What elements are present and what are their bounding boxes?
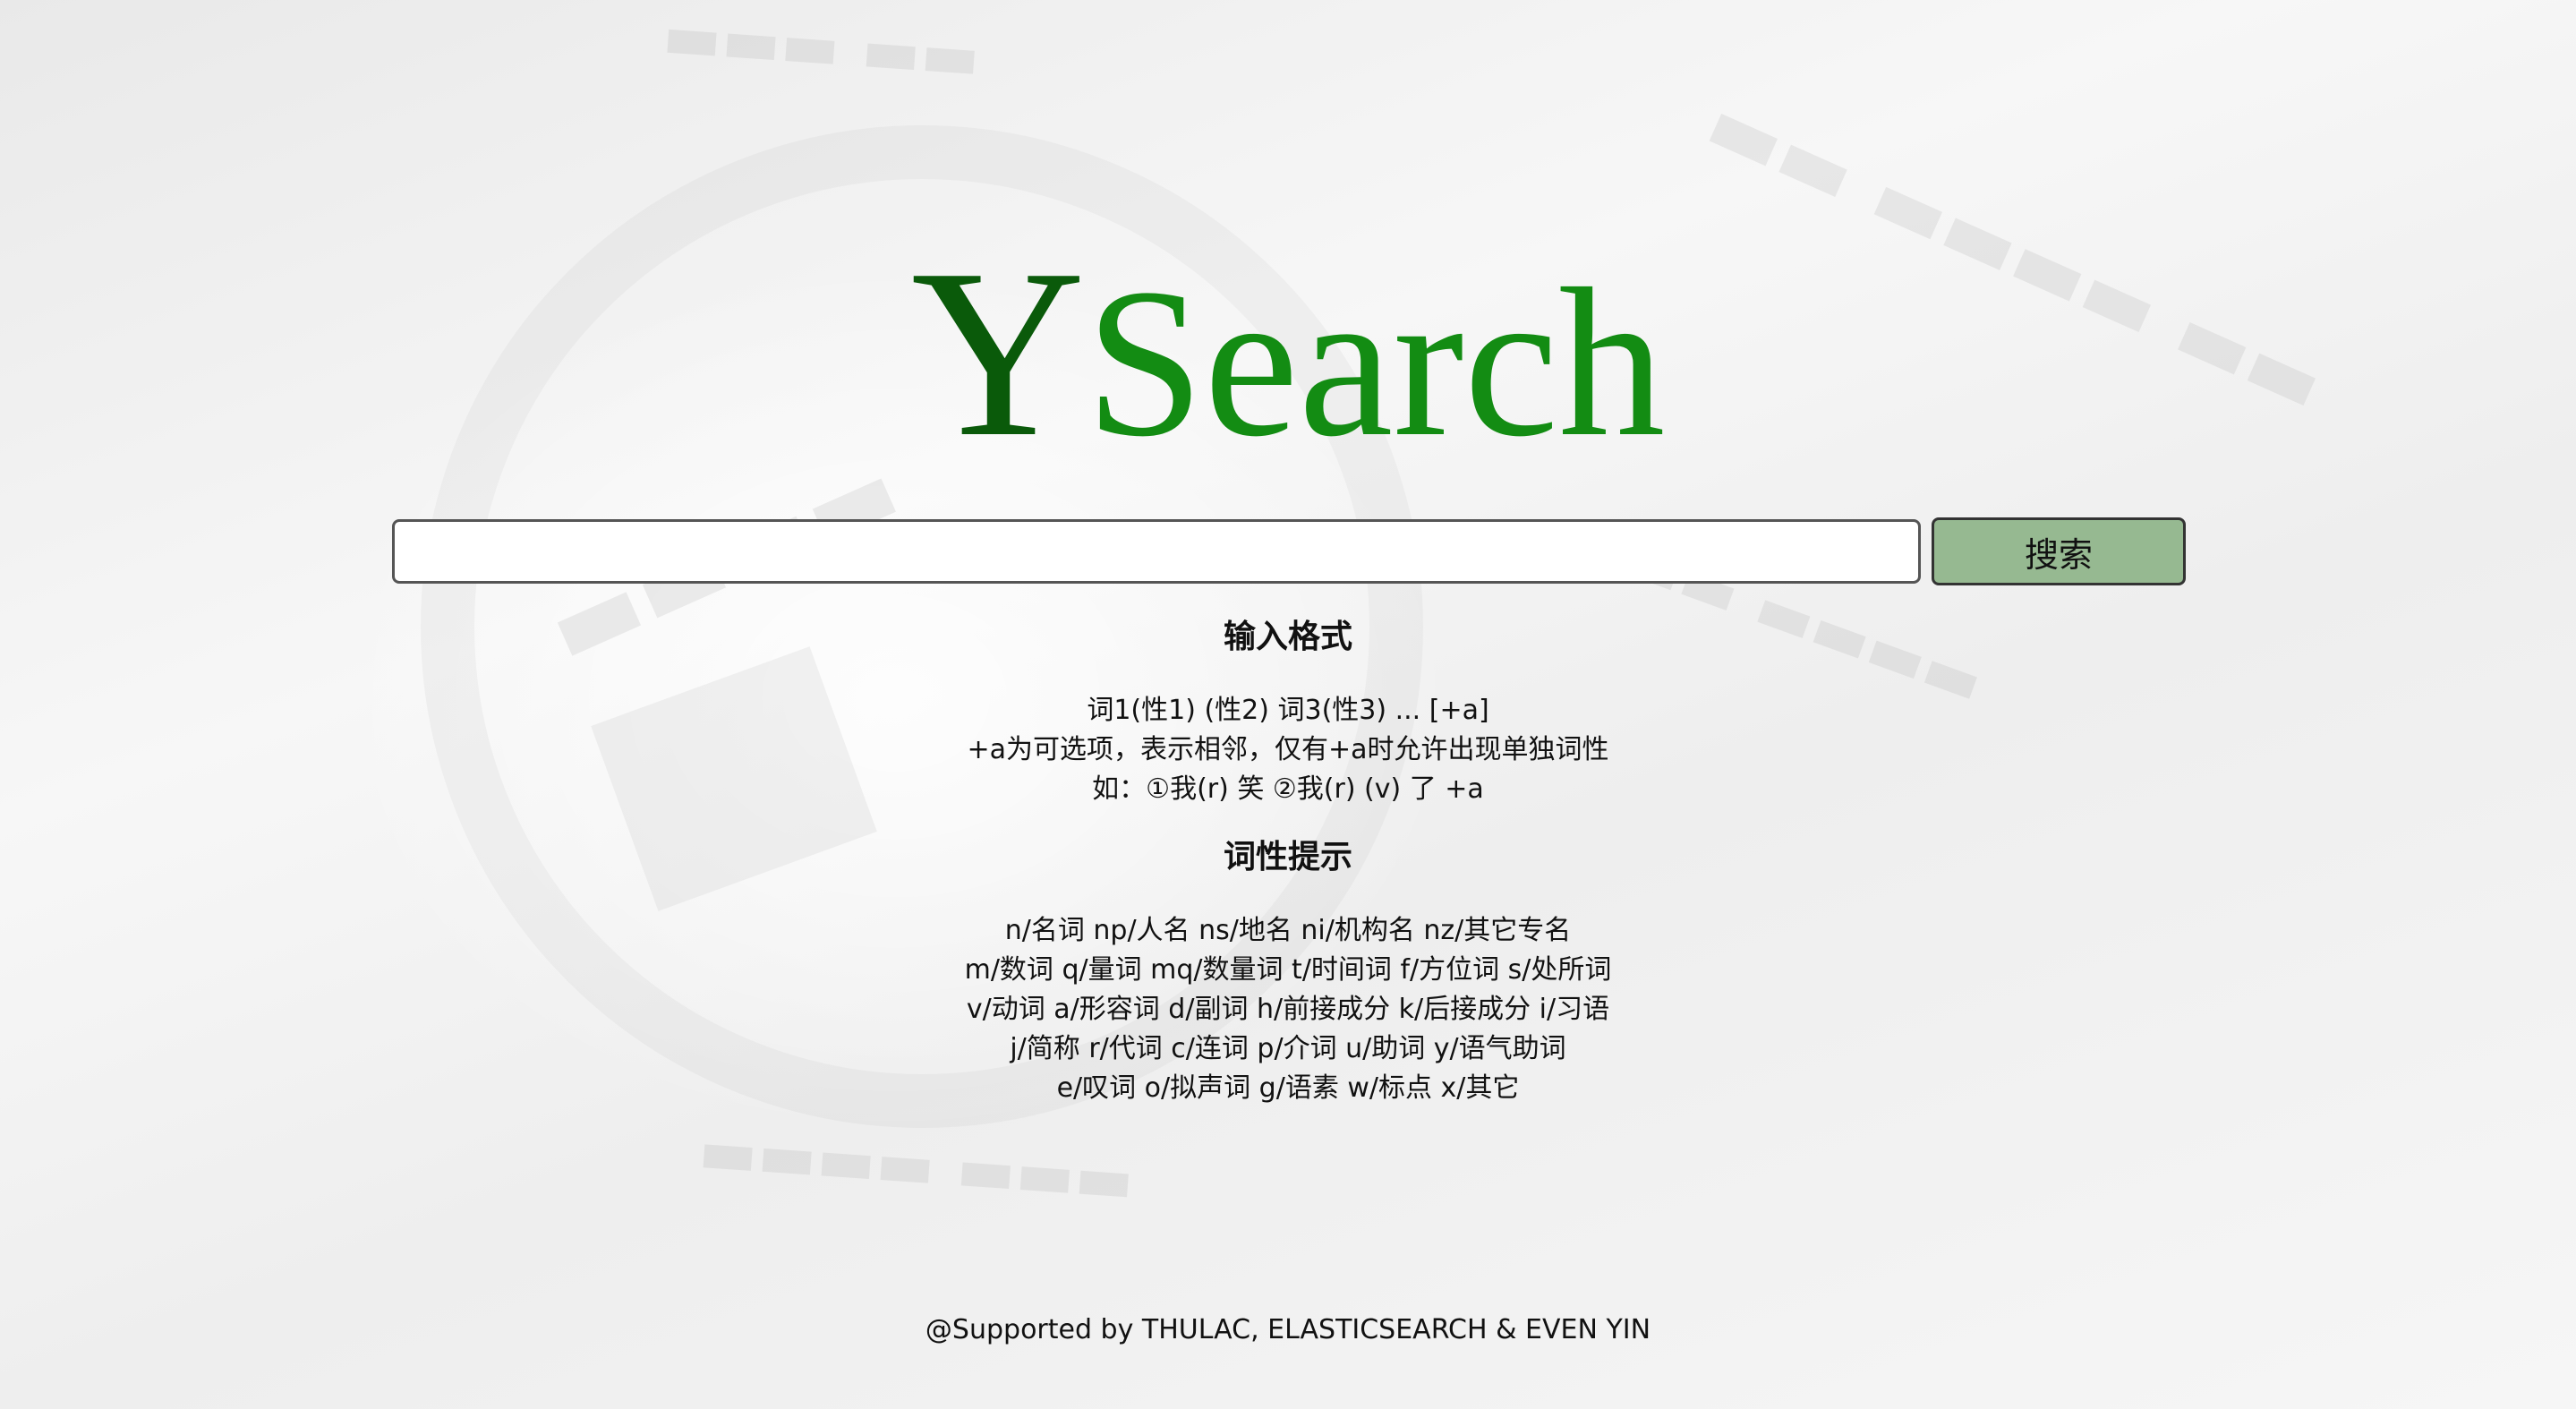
pos-hint-line: n/名词 np/人名 ns/地名 ni/机构名 nz/其它专名 bbox=[1004, 915, 1572, 946]
footer-credits: @Supported by THULAC, ELASTICSEARCH & EV… bbox=[925, 1314, 1651, 1345]
input-format-description: 词1(性1) (性2) 词3(性3) ... [+a] +a为可选项，表示相邻，… bbox=[0, 691, 2576, 809]
logo-text-search: Search bbox=[1085, 245, 1666, 481]
logo-letter-y: Y bbox=[910, 219, 1086, 487]
input-format-section: 输入格式 bbox=[0, 618, 2576, 657]
input-format-title: 输入格式 bbox=[1223, 619, 1352, 655]
pos-hint-line: e/叹词 o/拟声词 g/语素 w/标点 x/其它 bbox=[1056, 1072, 1520, 1104]
pos-hint-section: 词性提示 bbox=[0, 838, 2576, 877]
input-format-line: 如：①我(r) 笑 ②我(r) (v) 了 +a bbox=[1092, 773, 1484, 805]
search-button[interactable]: 搜索 bbox=[1932, 517, 2186, 585]
search-input[interactable] bbox=[392, 519, 1921, 584]
newspaper-text-graphic: ▬▬▬ ▬▬ bbox=[660, 0, 983, 95]
input-format-line: +a为可选项，表示相邻，仅有+a时允许出现单独词性 bbox=[967, 734, 1609, 765]
pos-hint-line: j/简称 r/代词 c/连词 p/介词 u/助词 y/语气助词 bbox=[1010, 1033, 1566, 1064]
site-logo: YSearch bbox=[0, 233, 2576, 474]
pos-hint-list: n/名词 np/人名 ns/地名 ni/机构名 nz/其它专名 m/数词 q/量… bbox=[0, 911, 2576, 1108]
newspaper-text-graphic: ▬▬▬▬ ▬▬▬ bbox=[695, 1113, 1137, 1217]
pos-hint-title: 词性提示 bbox=[1223, 839, 1352, 875]
pos-hint-line: v/动词 a/形容词 d/副词 h/前接成分 k/后接成分 i/习语 bbox=[966, 994, 1610, 1025]
search-bar: 搜索 bbox=[392, 517, 2186, 585]
input-format-line: 词1(性1) (性2) 词3(性3) ... [+a] bbox=[1087, 695, 1489, 726]
pos-hint-line: m/数词 q/量词 mq/数量词 t/时间词 f/方位词 s/处所词 bbox=[964, 954, 1612, 986]
